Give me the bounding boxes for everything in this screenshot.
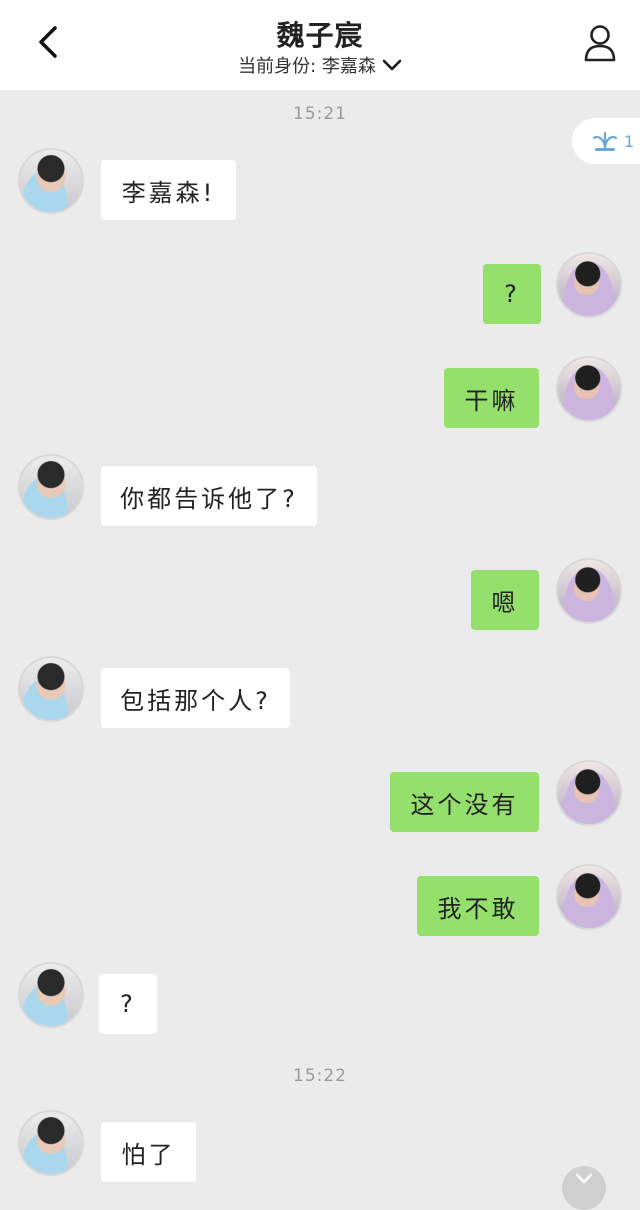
self-avatar[interactable] — [556, 356, 622, 422]
floating-badge-count: 1 — [624, 131, 635, 151]
self-avatar[interactable] — [556, 760, 622, 826]
self-avatar[interactable] — [556, 864, 622, 930]
message-bubble-incoming[interactable]: 怕了 — [101, 1122, 196, 1182]
message-bubble-incoming[interactable]: 包括那个人? — [101, 668, 290, 728]
floating-badge[interactable]: 1 — [572, 118, 640, 164]
timestamp: 15:21 — [293, 104, 347, 124]
identity-switcher[interactable]: 当前身份: 李嘉森 — [0, 52, 640, 78]
chevron-down-icon — [575, 1173, 593, 1184]
chevron-down-icon — [382, 59, 402, 71]
message-bubble-outgoing[interactable]: 我不敢 — [417, 876, 539, 936]
message-bubble-outgoing[interactable]: 嗯 — [471, 570, 539, 630]
timestamp: 15:22 — [293, 1066, 347, 1086]
contact-avatar[interactable] — [18, 1110, 84, 1176]
contact-avatar[interactable] — [18, 656, 84, 722]
message-bubble-outgoing[interactable]: 这个没有 — [390, 772, 539, 832]
contact-avatar[interactable] — [18, 962, 84, 1028]
contact-avatar[interactable] — [18, 148, 84, 214]
message-bubble-outgoing[interactable]: 干嘛 — [444, 368, 539, 428]
message-bubble-incoming[interactable]: 你都告诉他了? — [101, 466, 317, 526]
message-bubble-outgoing[interactable]: ? — [483, 264, 541, 324]
scroll-down-button[interactable] — [562, 1166, 606, 1210]
chat-title: 魏子宸 — [276, 19, 364, 52]
self-avatar[interactable] — [556, 252, 622, 318]
identity-label: 当前身份: 李嘉森 — [238, 56, 376, 77]
fountain-icon — [592, 131, 618, 151]
chat-header: 魏子宸 当前身份: 李嘉森 — [0, 0, 640, 90]
user-icon — [584, 25, 616, 62]
message-bubble-incoming[interactable]: ? — [99, 974, 157, 1034]
contact-avatar[interactable] — [18, 454, 84, 520]
message-bubble-incoming[interactable]: 李嘉森! — [101, 160, 236, 220]
profile-button[interactable] — [580, 22, 620, 64]
self-avatar[interactable] — [556, 558, 622, 624]
